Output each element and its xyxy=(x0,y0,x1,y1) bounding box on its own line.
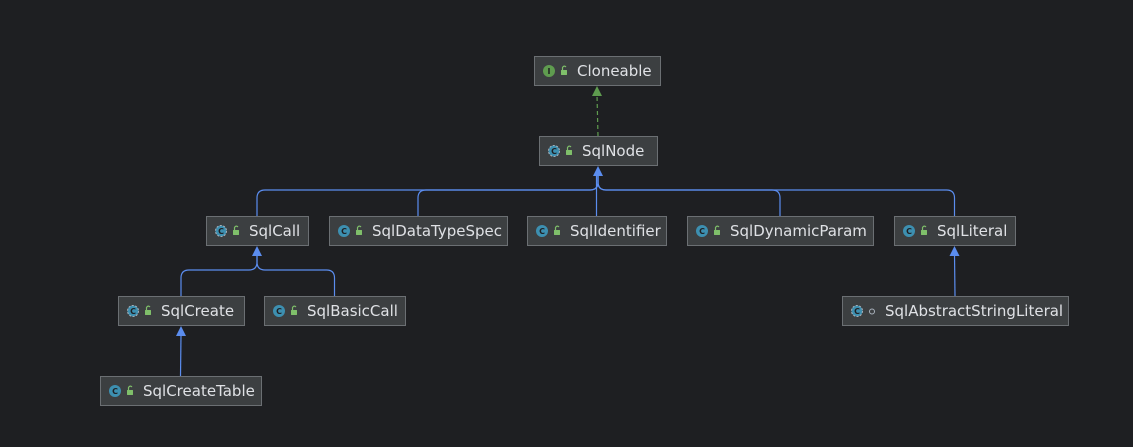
edge-sqldynamicparam-to-sqlnode xyxy=(597,175,781,216)
edge-sqlbasiccall-to-sqlcall xyxy=(256,255,336,296)
arrowhead-to-sqlliteral xyxy=(949,246,960,256)
abstract-class-icon: C xyxy=(215,225,227,237)
class-name-label: SqlCall xyxy=(249,222,300,240)
arrowhead-to-sqlnode xyxy=(593,166,603,176)
arrowhead-to-sqlcall xyxy=(252,246,262,256)
badge-letter: C xyxy=(906,227,912,236)
badge-letter: C xyxy=(112,387,118,396)
arrowhead-to-sqlcreate xyxy=(176,326,186,336)
class-node-sqldynamicparam[interactable]: C SqlDynamicParam xyxy=(687,216,874,246)
badge-letter: C xyxy=(276,307,282,316)
class-name-label: SqlDataTypeSpec xyxy=(372,222,502,240)
badge-letter: C xyxy=(130,307,136,316)
badge-letter: C xyxy=(551,147,557,156)
edge-sqlcreate-to-sqlcall xyxy=(180,255,258,296)
class-node-sqlliteral[interactable]: C SqlLiteral xyxy=(894,216,1016,246)
edge-sqlliteral-to-sqlnode xyxy=(597,175,956,216)
class-icon: C xyxy=(273,305,285,317)
class-node-sqlbasiccall[interactable]: C SqlBasicCall xyxy=(264,296,406,326)
interface-icon: I xyxy=(543,65,555,77)
class-name-label: SqlDynamicParam xyxy=(730,222,867,240)
badge-letter: C xyxy=(218,227,224,236)
abstract-class-icon: C xyxy=(851,305,863,317)
abstract-class-icon: C xyxy=(127,305,139,317)
edge-sqldatatypespec-to-sqlnode xyxy=(417,175,599,216)
nodes-layer: I Cloneable C SqlNode C SqlCall C SqlDataTypeSp… xyxy=(100,56,1069,406)
class-node-sqlcreatetable[interactable]: C SqlCreateTable xyxy=(100,376,262,406)
badge-letter: C xyxy=(539,227,545,236)
class-name-label: SqlIdentifier xyxy=(570,222,662,240)
badge-letter: I xyxy=(548,67,551,76)
class-name-label: SqlCreateTable xyxy=(143,382,255,400)
arrowhead-to-cloneable xyxy=(592,86,602,96)
class-node-sqlnode[interactable]: C SqlNode xyxy=(539,136,658,166)
badge-letter: C xyxy=(341,227,347,236)
edge-sqlabstractstringliteral-to-sqlliteral xyxy=(953,254,956,297)
class-name-label: SqlCreate xyxy=(161,302,234,320)
class-icon: C xyxy=(109,385,121,397)
class-node-sqlidentifier[interactable]: C SqlIdentifier xyxy=(527,216,667,246)
abstract-class-icon: C xyxy=(548,145,560,157)
edge-sqlnode-to-cloneable xyxy=(596,94,599,137)
badge-letter: C xyxy=(699,227,705,236)
class-node-sqlcall[interactable]: C SqlCall xyxy=(206,216,309,246)
class-name-label: SqlLiteral xyxy=(937,222,1007,240)
class-node-cloneable[interactable]: I Cloneable xyxy=(534,56,661,86)
class-icon: C xyxy=(536,225,548,237)
class-node-sqlabstractstringliteral[interactable]: C SqlAbstractStringLiteral xyxy=(842,296,1069,326)
class-hierarchy-diagram: I Cloneable C SqlNode C SqlCall C SqlDataTypeSp… xyxy=(100,56,1069,406)
edge-sqlcall-to-sqlnode xyxy=(256,175,599,216)
class-name-label: SqlNode xyxy=(582,142,644,160)
class-icon: C xyxy=(903,225,915,237)
class-node-sqldatatypespec[interactable]: C SqlDataTypeSpec xyxy=(329,216,508,246)
class-icon: C xyxy=(696,225,708,237)
class-name-label: SqlBasicCall xyxy=(307,302,398,320)
class-icon: C xyxy=(338,225,350,237)
class-node-sqlcreate[interactable]: C SqlCreate xyxy=(118,296,245,326)
class-name-label: SqlAbstractStringLiteral xyxy=(885,302,1063,320)
badge-letter: C xyxy=(854,307,860,316)
edge-sqlcreatetable-to-sqlcreate xyxy=(179,334,182,377)
class-name-label: Cloneable xyxy=(577,62,652,80)
